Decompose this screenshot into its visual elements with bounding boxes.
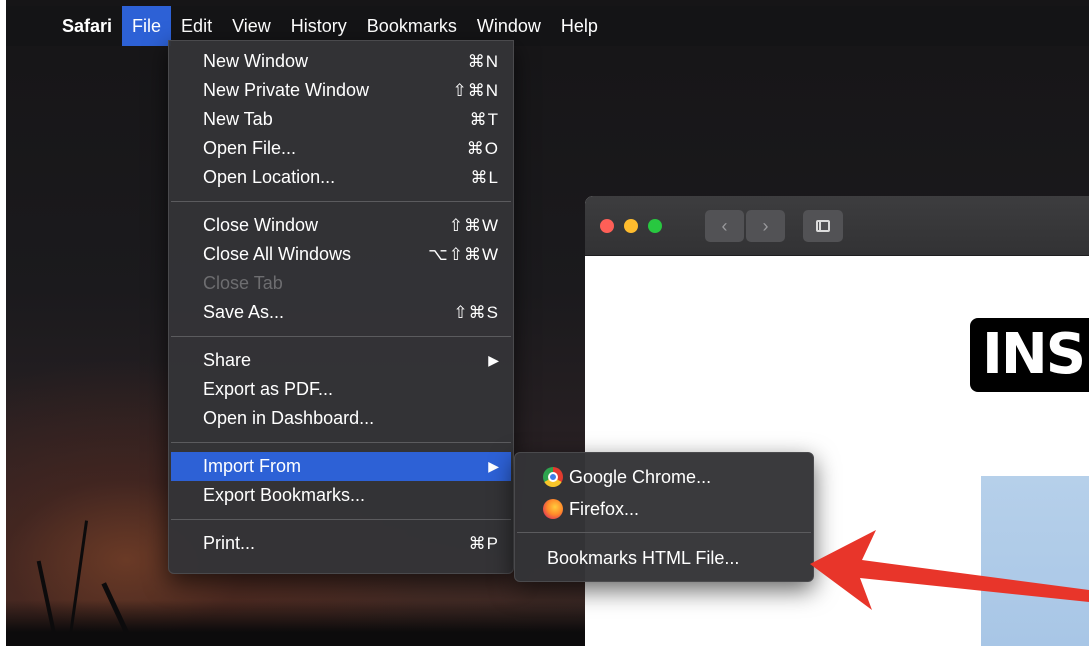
submenu-item-label: Firefox... [569, 499, 640, 519]
menu-item-label: New Private Window [203, 80, 370, 100]
chrome-icon [543, 467, 563, 487]
menu-item-close-tab: Close Tab [169, 269, 513, 298]
menu-safari[interactable]: Safari [52, 6, 122, 46]
menu-item-label: Close All Windows [203, 244, 352, 264]
menu-item-open-location[interactable]: Open Location... ⌘L [169, 163, 513, 192]
menu-item-save-as[interactable]: Save As... ⇧⌘S [169, 298, 513, 327]
menu-item-export-bookmarks[interactable]: Export Bookmarks... [169, 481, 513, 510]
menu-item-label: Import From [203, 456, 302, 476]
window-toolbar: ‹ › [585, 196, 1089, 256]
menu-item-label: Print... [203, 533, 256, 553]
menu-item-label: Save As... [203, 302, 285, 322]
menu-separator [171, 519, 511, 520]
menu-item-label: Close Tab [203, 273, 283, 293]
menu-item-shortcut: ⇧⌘W [448, 216, 499, 235]
annotation-arrow-icon [810, 530, 1089, 610]
menu-item-label: Close Window [203, 215, 319, 235]
submenu-item-firefox[interactable]: Firefox... [515, 493, 813, 525]
menu-item-import-from[interactable]: Import From ▶ [171, 452, 511, 481]
menu-item-shortcut: ⌘P [468, 534, 499, 553]
submenu-item-label: Google Chrome... [569, 467, 712, 487]
file-menu-dropdown: New Window ⌘N New Private Window ⇧⌘N New T… [168, 40, 514, 574]
submenu-item-label: Bookmarks HTML File... [547, 548, 740, 568]
menu-separator [171, 442, 511, 443]
apple-menu-icon[interactable] [6, 6, 52, 46]
submenu-item-google-chrome[interactable]: Google Chrome... [515, 461, 813, 493]
chevron-left-icon: ‹ [721, 216, 728, 236]
minimize-window-button[interactable] [624, 219, 638, 233]
menu-item-print[interactable]: Print... ⌘P [169, 529, 513, 558]
submenu-arrow-icon: ▶ [488, 352, 499, 368]
ground-silhouette [6, 600, 596, 646]
show-sidebar-button[interactable] [803, 210, 843, 242]
menu-item-share[interactable]: Share ▶ [169, 346, 513, 375]
forward-button[interactable]: › [746, 210, 785, 242]
chevron-right-icon: › [762, 216, 769, 236]
menu-item-shortcut: ⌘T [469, 110, 499, 129]
menu-item-shortcut: ⌘O [466, 139, 499, 158]
menu-item-shortcut: ⌘N [467, 52, 499, 71]
menu-item-close-window[interactable]: Close Window ⇧⌘W [169, 211, 513, 240]
menu-item-open-in-dashboard[interactable]: Open in Dashboard... [169, 404, 513, 433]
firefox-icon [543, 499, 563, 519]
submenu-item-bookmarks-html-file[interactable]: Bookmarks HTML File... [515, 542, 813, 574]
menu-item-export-pdf[interactable]: Export as PDF... [169, 375, 513, 404]
menu-item-label: New Tab [203, 109, 273, 129]
menu-item-shortcut: ⌘L [470, 168, 499, 187]
menu-separator [171, 336, 511, 337]
zoom-window-button[interactable] [648, 219, 662, 233]
submenu-arrow-icon: ▶ [488, 458, 499, 474]
menu-item-shortcut: ⇧⌘N [452, 81, 499, 100]
menu-item-new-private-window[interactable]: New Private Window ⇧⌘N [169, 76, 513, 105]
menu-item-new-tab[interactable]: New Tab ⌘T [169, 105, 513, 134]
menu-item-label: Open in Dashboard... [203, 408, 375, 428]
menu-item-shortcut: ⌥⇧⌘W [428, 245, 499, 264]
menu-separator [171, 201, 511, 202]
menu-help[interactable]: Help [551, 6, 608, 46]
menu-item-open-file[interactable]: Open File... ⌘O [169, 134, 513, 163]
close-window-button[interactable] [600, 219, 614, 233]
menu-item-label: Open Location... [203, 167, 336, 187]
navigation-buttons: ‹ › [705, 210, 785, 242]
site-logo: INS [970, 318, 1089, 392]
menu-item-shortcut: ⇧⌘S [453, 303, 499, 322]
menu-item-label: Open File... [203, 138, 297, 158]
menu-file[interactable]: File [122, 6, 172, 46]
arrow-head [810, 530, 1089, 610]
menu-item-close-all-windows[interactable]: Close All Windows ⌥⇧⌘W [169, 240, 513, 269]
menu-item-label: Export as PDF... [203, 379, 334, 399]
menu-item-label: Share [203, 350, 252, 370]
menu-separator [517, 532, 811, 533]
menu-item-label: Export Bookmarks... [203, 485, 366, 505]
import-from-submenu: Google Chrome... Firefox... Bookmarks HT… [514, 452, 814, 582]
back-button[interactable]: ‹ [705, 210, 744, 242]
menu-item-label: New Window [203, 51, 309, 71]
menu-item-new-window[interactable]: New Window ⌘N [169, 47, 513, 76]
